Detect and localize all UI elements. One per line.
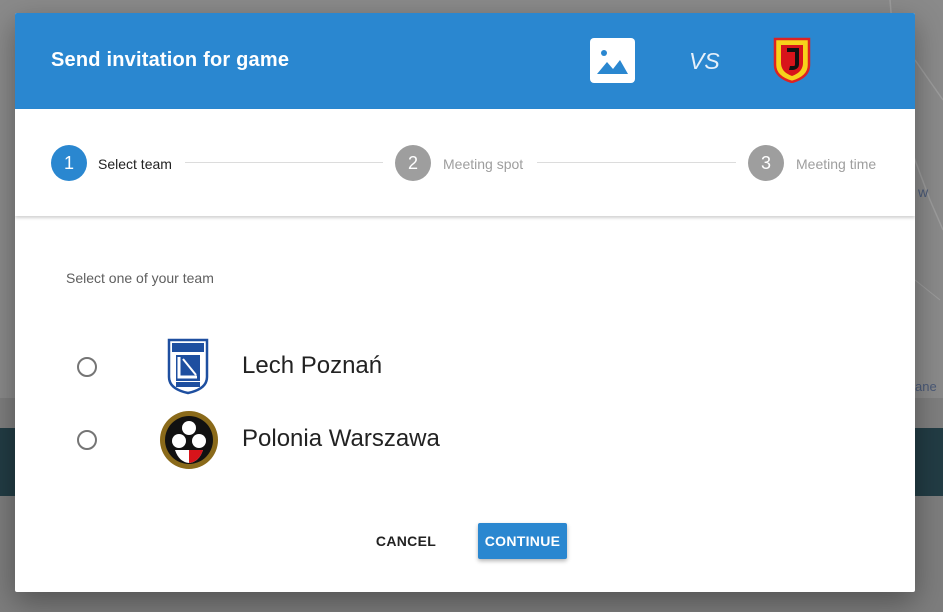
- map-link-fragment[interactable]: ane: [915, 379, 937, 394]
- continue-button[interactable]: CONTINUE: [478, 523, 567, 559]
- step-connector: [537, 162, 736, 163]
- opponent-crest-icon: [773, 37, 811, 83]
- dialog-title: Send invitation for game: [51, 49, 290, 71]
- invitation-dialog: Send invitation for game VS 1 Select tea…: [15, 13, 915, 592]
- step-connector: [185, 162, 383, 163]
- step-2-number[interactable]: 2: [395, 145, 431, 181]
- team-radio-polonia-warszawa[interactable]: [77, 430, 97, 450]
- step-1-number[interactable]: 1: [51, 145, 87, 181]
- step-1-label[interactable]: Select team: [98, 156, 172, 172]
- map-label-fragment: w: [918, 184, 929, 200]
- step-2-label[interactable]: Meeting spot: [443, 156, 523, 172]
- team-option-polonia-warszawa[interactable]: Polonia Warszawa: [15, 404, 915, 474]
- image-placeholder-icon: [590, 38, 635, 83]
- cancel-button[interactable]: CANCEL: [371, 523, 441, 559]
- lech-poznan-crest-icon: [167, 338, 209, 395]
- stepper: 1 Select team 2 Meeting spot 3 Meeting t…: [15, 109, 915, 216]
- team-name-lech-poznan: Lech Poznań: [242, 352, 383, 379]
- team-option-lech-poznan[interactable]: Lech Poznań: [15, 331, 915, 401]
- team-select-prompt: Select one of your team: [66, 270, 214, 286]
- vs-label: VS: [689, 48, 720, 74]
- polonia-warszawa-crest-icon: [160, 411, 218, 469]
- team-radio-lech-poznan[interactable]: [77, 357, 97, 377]
- team-name-polonia-warszawa: Polonia Warszawa: [242, 425, 440, 452]
- step-3-number[interactable]: 3: [748, 145, 784, 181]
- step-3-label[interactable]: Meeting time: [796, 156, 876, 172]
- dialog-header: Send invitation for game VS: [15, 13, 915, 109]
